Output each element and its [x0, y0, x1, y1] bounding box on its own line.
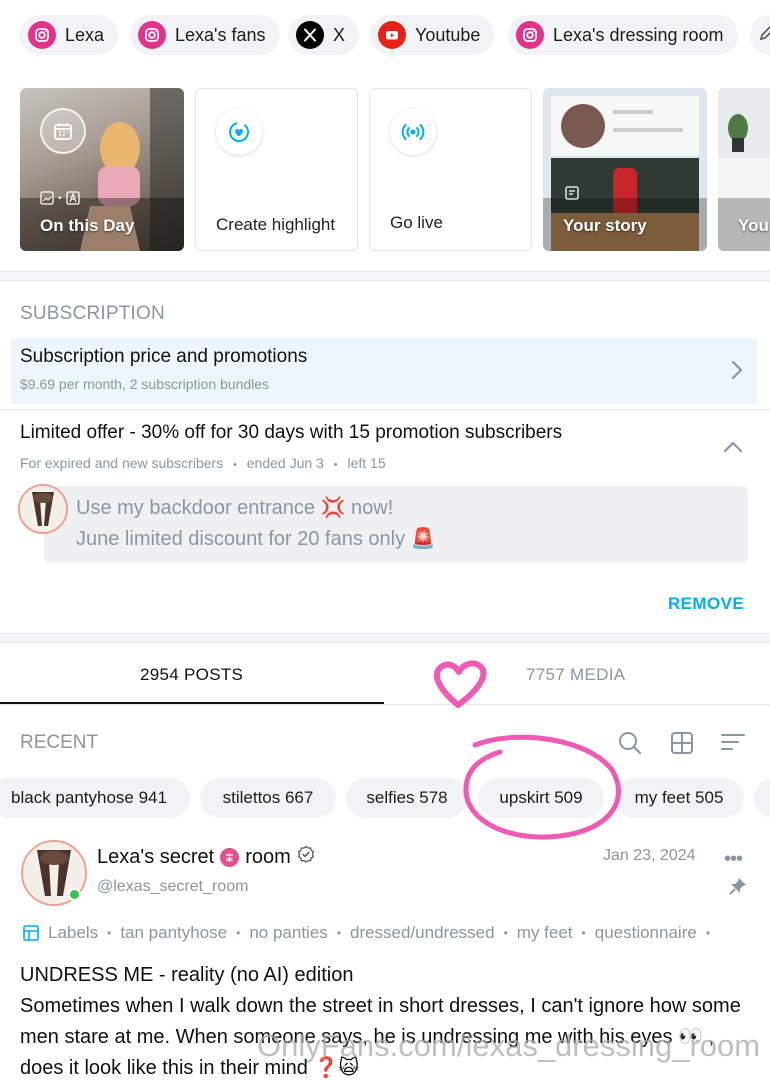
post-label[interactable]: dressed/undressed — [350, 923, 495, 943]
label-tag-icon — [22, 924, 40, 942]
instagram-icon — [516, 21, 544, 49]
social-link-lexa[interactable]: Lexa — [20, 15, 119, 55]
go-live-button[interactable]: Go live — [369, 88, 532, 251]
social-link-x[interactable]: X — [288, 15, 360, 55]
subscription-title: Subscription price and promotions — [20, 346, 308, 367]
post-date: Jan 23, 2024 — [603, 847, 696, 864]
dot-separator: • — [333, 459, 338, 471]
tab-media[interactable]: 7757 MEDIA — [526, 665, 625, 685]
social-link-label: Lexa's fans — [175, 24, 266, 45]
create-highlight-button[interactable]: Create highlight — [195, 88, 358, 251]
social-link-lexas-dressing-room[interactable]: Lexa's dressing room — [508, 15, 738, 55]
pencil-icon — [758, 24, 770, 47]
offer-ended: ended Jun 3 — [246, 455, 324, 471]
social-link-label: Youtube — [415, 24, 481, 45]
heart-add-icon — [216, 109, 262, 155]
story-label: Go live — [390, 213, 443, 232]
post-labels-row: Labels • tan pantyhose • no panties • dr… — [22, 921, 770, 945]
verified-badge-icon — [297, 845, 315, 869]
secret-emoji-icon — [220, 847, 240, 867]
grid-view-icon[interactable] — [669, 730, 695, 756]
online-status-dot — [68, 888, 81, 901]
dot-separator: • — [233, 459, 237, 471]
subscription-description: $9.69 per month, 2 subscription bundles — [20, 376, 270, 392]
pin-icon — [728, 876, 748, 901]
story-label: Your story — [563, 216, 647, 235]
tag-chip[interactable]: selfies 578 — [346, 778, 468, 818]
tag-chip[interactable]: stilettos 667 — [200, 778, 336, 818]
dot-separator: • — [58, 192, 62, 204]
tag-chip[interactable]: black pantyhose 941 — [0, 778, 190, 818]
search-icon[interactable] — [617, 730, 643, 756]
section-divider — [0, 633, 770, 643]
story-label: You — [738, 216, 769, 235]
dot-separator: • — [503, 926, 508, 940]
story-on-this-day[interactable]: • On this Day — [20, 88, 184, 251]
tag-chips-row: black pantyhose 941 stilettos 667 selfie… — [0, 778, 770, 820]
edit-links-button[interactable] — [750, 15, 770, 55]
story-label: Create highlight — [216, 215, 336, 234]
offer-message-line1: Use my backdoor entrance 💢 now! — [76, 497, 394, 519]
post-author-handle[interactable]: @lexas_secret_room — [97, 878, 248, 896]
post-label[interactable]: my feet — [517, 923, 573, 943]
remove-offer-button[interactable]: REMOVE — [668, 594, 744, 614]
dot-separator: • — [336, 926, 341, 940]
post-author-name[interactable]: Lexa's secret room — [97, 845, 315, 869]
instagram-icon — [138, 21, 166, 49]
author-name-part2: room — [245, 845, 291, 868]
offer-message: Use my backdoor entrance 💢 now! June lim… — [44, 486, 748, 563]
dot-separator: • — [236, 926, 241, 940]
dot-separator: • — [581, 926, 586, 940]
more-options-icon[interactable]: ••• — [724, 848, 743, 871]
divider-line — [0, 409, 770, 410]
collapse-chevron-up-icon[interactable] — [722, 440, 744, 459]
calendar-icon — [40, 108, 86, 154]
tag-chip[interactable]: my feet 505 — [614, 778, 744, 818]
story-label: On this Day — [40, 216, 135, 235]
author-name-part1: Lexa's secret — [97, 845, 215, 868]
sort-icon[interactable] — [720, 730, 746, 756]
social-link-label: Lexa — [65, 24, 105, 45]
social-links-row: Lexa Lexa's fans X Youtube Lexa's dressi… — [0, 15, 770, 57]
offer-message-line2: June limited discount for 20 fans only 🚨 — [76, 528, 436, 550]
text-icon — [65, 191, 80, 205]
chevron-right-icon — [730, 359, 744, 386]
text-icon — [565, 186, 579, 205]
social-link-label: X — [333, 24, 346, 45]
recent-heading: RECENT — [20, 732, 99, 753]
tag-chip[interactable]: upskirt 509 — [478, 778, 604, 818]
avatar[interactable] — [18, 484, 68, 534]
subscription-price-row[interactable]: Subscription price and promotions $9.69 … — [10, 338, 758, 404]
x-icon — [296, 21, 324, 49]
story-partial[interactable]: You — [718, 88, 770, 251]
offer-title: Limited offer - 30% off for 30 days with… — [20, 422, 563, 443]
social-link-label: Lexa's dressing room — [553, 24, 724, 45]
dot-separator: • — [107, 926, 112, 940]
stories-row: • On this Day Create highlight Go live Y… — [0, 88, 770, 254]
subscription-heading: SUBSCRIPTION — [20, 303, 165, 324]
offer-audience: For expired and new subscribers — [20, 455, 224, 471]
divider-line — [0, 704, 770, 705]
youtube-icon — [378, 21, 406, 49]
post-label[interactable]: no panties — [249, 923, 327, 943]
social-link-lexas-fans[interactable]: Lexa's fans — [130, 15, 280, 55]
social-link-youtube[interactable]: Youtube — [370, 15, 495, 55]
watermark: OnlyFans.com/lexas_dressing_room — [257, 1028, 761, 1063]
post-label[interactable]: tan pantyhose — [120, 923, 227, 943]
labels-title: Labels — [48, 923, 99, 942]
annotation-heart — [433, 660, 487, 708]
offer-meta: For expired and new subscribers • ended … — [20, 455, 386, 471]
dot-separator: • — [705, 926, 711, 940]
tab-posts[interactable]: 2954 POSTS — [140, 665, 243, 685]
post-label[interactable]: questionnaire — [595, 923, 697, 943]
live-broadcast-icon — [390, 109, 436, 155]
instagram-icon — [28, 21, 56, 49]
offer-left: left 15 — [347, 455, 386, 471]
post-text-title: UNDRESS ME - reality (no AI) edition — [20, 964, 354, 986]
image-icon — [40, 191, 54, 205]
story-your-story[interactable]: Your story — [543, 88, 707, 251]
media-type-icons: • — [40, 191, 80, 205]
section-divider — [0, 271, 770, 281]
tag-chip-overflow[interactable] — [754, 778, 770, 818]
